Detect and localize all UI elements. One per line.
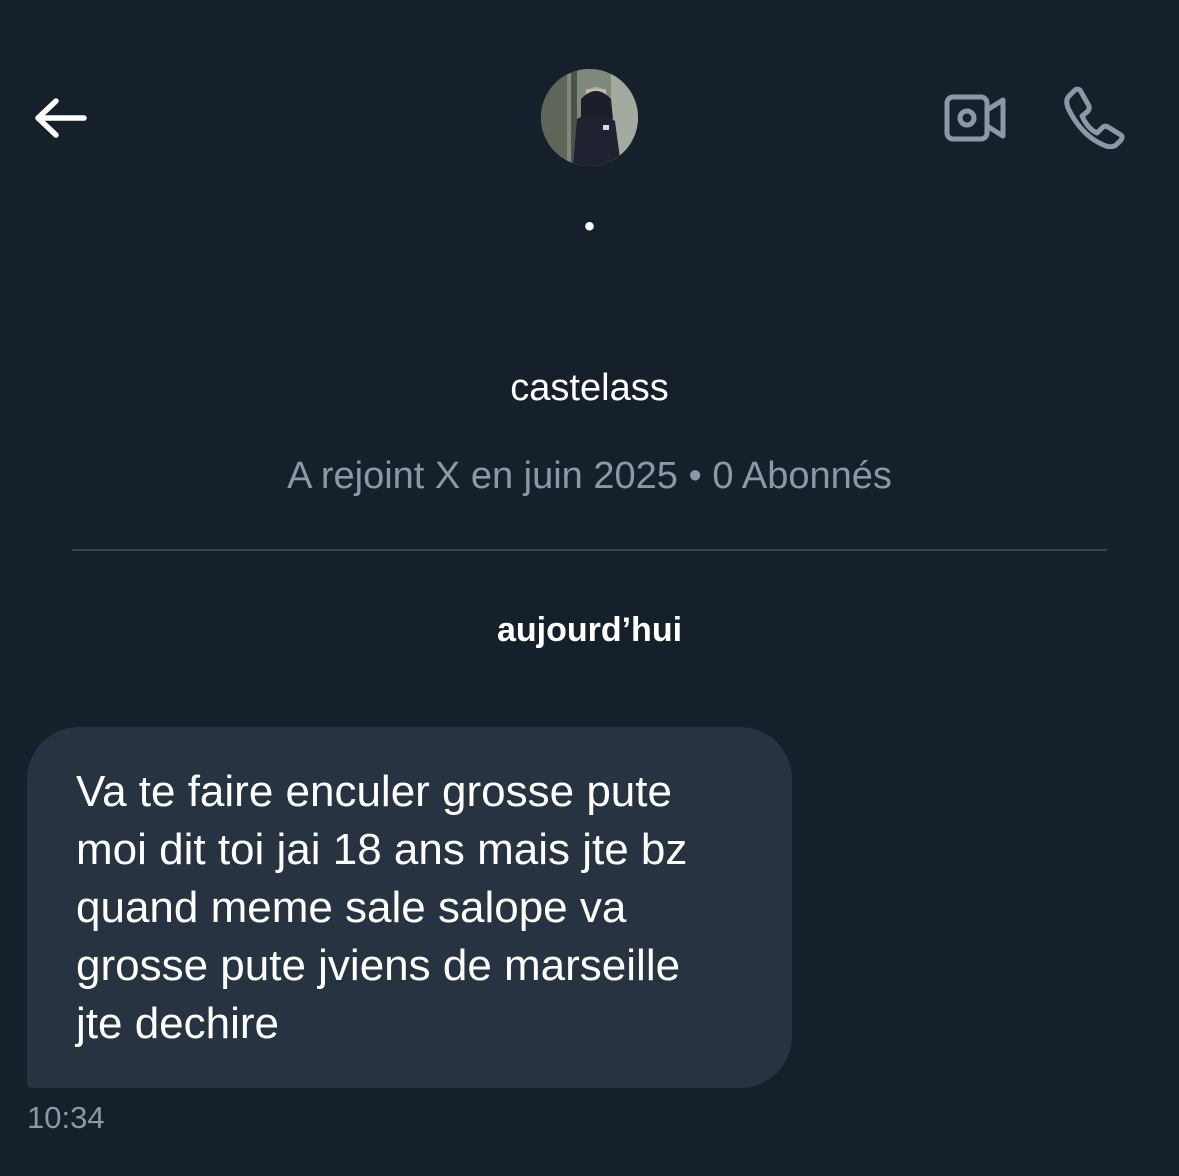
dm-conversation-screen: • castelass A rejoint X en juin 2025 • 0… xyxy=(0,0,1179,1176)
phone-icon xyxy=(1064,86,1125,149)
profile-photo xyxy=(541,69,638,166)
divider xyxy=(72,549,1107,551)
video-camera-icon xyxy=(944,94,1006,142)
profile-meta: A rejoint X en juin 2025 • 0 Abonnés xyxy=(287,455,892,497)
video-call-button[interactable] xyxy=(938,86,1012,150)
arrow-left-icon xyxy=(35,98,87,138)
back-button[interactable] xyxy=(26,88,94,148)
message-text: Va te faire enculer grosse pute moi dit … xyxy=(76,767,688,1048)
display-name: • xyxy=(584,210,595,243)
voice-call-button[interactable] xyxy=(1058,82,1130,152)
avatar[interactable] xyxy=(541,69,638,166)
date-separator: aujourd’hui xyxy=(496,611,683,649)
username-handle[interactable]: castelass xyxy=(0,364,1179,412)
message-bubble[interactable]: Va te faire enculer grosse pute moi dit … xyxy=(27,727,792,1088)
message-timestamp: 10:34 xyxy=(27,1100,105,1135)
